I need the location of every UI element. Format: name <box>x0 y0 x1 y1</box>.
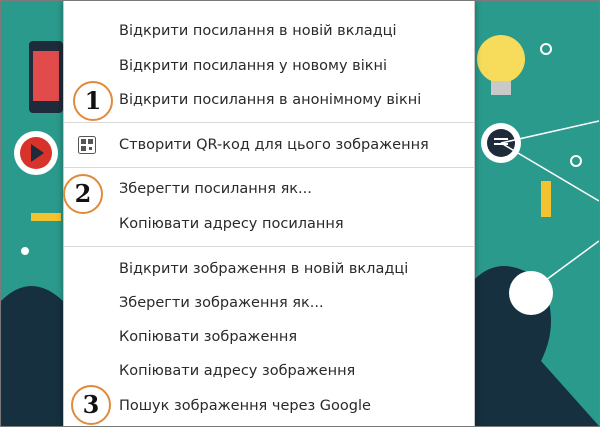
menu-item-search-image-google[interactable]: Пошук зображення через Google <box>119 393 371 419</box>
menu-item-copy-image[interactable]: Копіювати зображення <box>119 324 297 350</box>
menu-item-open-link-incognito[interactable]: Відкрити посилання в анонімному вікні <box>119 87 421 113</box>
menu-item-save-link-as[interactable]: Зберегти посилання як... <box>119 176 312 202</box>
context-menu: Відкрити посилання в новій вкладці Відкр… <box>63 1 475 426</box>
callout-badge-1: 1 <box>73 81 113 121</box>
menu-separator <box>64 122 474 123</box>
callout-badge-2: 2 <box>63 174 103 214</box>
callout-badge-3: 3 <box>71 385 111 425</box>
menu-separator <box>64 167 474 168</box>
menu-item-create-qr[interactable]: Створити QR-код для цього зображення <box>119 132 429 158</box>
menu-item-open-link-new-window[interactable]: Відкрити посилання у новому вікні <box>119 53 387 79</box>
menu-item-open-image-new-tab[interactable]: Відкрити зображення в новій вкладці <box>119 256 408 282</box>
menu-item-open-link-new-tab[interactable]: Відкрити посилання в новій вкладці <box>119 18 397 44</box>
menu-item-save-image-as[interactable]: Зберегти зображення як... <box>119 290 324 316</box>
menu-item-copy-link-address[interactable]: Копіювати адресу посилання <box>119 211 344 237</box>
qr-code-icon <box>78 136 96 154</box>
menu-item-copy-image-address[interactable]: Копіювати адресу зображення <box>119 358 355 384</box>
screenshot-frame: Відкрити посилання в новій вкладці Відкр… <box>0 0 600 427</box>
lightbulb-illustration <box>477 35 525 83</box>
menu-separator <box>64 246 474 247</box>
